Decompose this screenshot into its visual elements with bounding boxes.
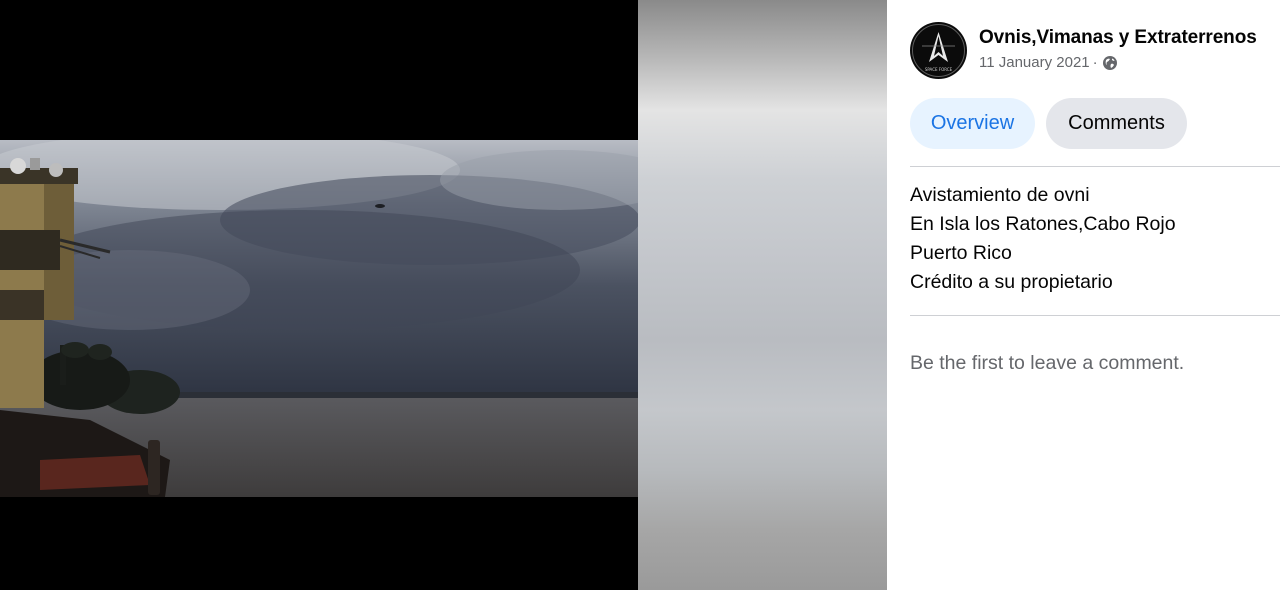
tab-comments[interactable]: Comments — [1046, 98, 1187, 149]
description-line: Avistamiento de ovni — [910, 184, 1090, 206]
video-still — [0, 140, 638, 497]
video-background-blur — [638, 0, 887, 590]
description-line: Puerto Rico — [910, 242, 1012, 264]
video-player[interactable] — [0, 0, 638, 590]
meta-separator: · — [1092, 54, 1098, 71]
post-tabs: Overview Comments — [910, 98, 1187, 149]
post-header: SPACE FORCE Ovnis,Vimanas y Extraterreno… — [910, 22, 1257, 79]
post-description: Avistamiento de ovni En Isla los Ratones… — [910, 181, 1176, 297]
header-text: Ovnis,Vimanas y Extraterrenos 11 January… — [979, 27, 1257, 71]
post-date-link[interactable]: 11 January 2021 — [979, 54, 1090, 71]
avatar-text: SPACE FORCE — [925, 67, 953, 72]
video-frame[interactable] — [0, 140, 638, 497]
divider — [910, 315, 1280, 316]
space-force-logo-icon: SPACE FORCE — [912, 24, 965, 77]
description-line: En Isla los Ratones,Cabo Rojo — [910, 213, 1176, 235]
empty-comments-text: Be the first to leave a comment. — [910, 352, 1185, 374]
description-line: Crédito a su propietario — [910, 271, 1113, 293]
page-avatar[interactable]: SPACE FORCE — [910, 22, 967, 79]
post-details-panel: SPACE FORCE Ovnis,Vimanas y Extraterreno… — [887, 0, 1280, 590]
divider — [910, 166, 1280, 167]
globe-icon[interactable] — [1102, 55, 1118, 71]
tab-overview[interactable]: Overview — [910, 98, 1035, 149]
post-meta: 11 January 2021 · — [979, 54, 1257, 71]
page-name-link[interactable]: Ovnis,Vimanas y Extraterrenos — [979, 27, 1257, 49]
